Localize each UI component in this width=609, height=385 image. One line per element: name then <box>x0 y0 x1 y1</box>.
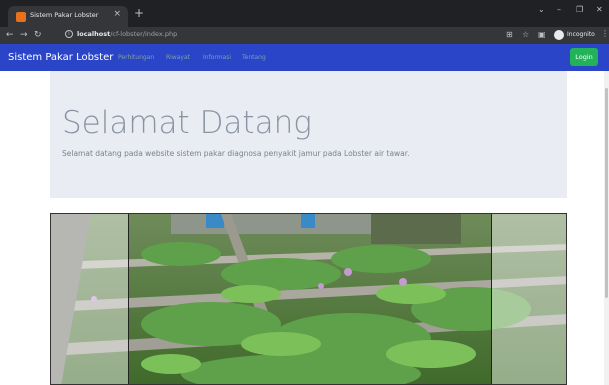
image-carousel[interactable] <box>50 213 567 385</box>
tab-title: Sistem Pakar Lobster <box>30 11 99 19</box>
scrollbar-thumb[interactable] <box>605 88 608 298</box>
info-icon[interactable]: i <box>65 30 73 38</box>
browser-tab-strip: Sistem Pakar Lobster × + ⌄ – ❐ ✕ <box>0 0 609 27</box>
jumbotron: Selamat Datang Selamat datang pada websi… <box>50 71 567 198</box>
site-navbar: Sistem Pakar Lobster Perhitungan Riwayat… <box>0 44 609 71</box>
browser-toolbar: ← → ↻ i localhost/cf-lobster/index.php ⊞… <box>0 27 609 44</box>
menu-icon[interactable]: ⋮ <box>601 29 609 38</box>
profile-label[interactable]: Incognito <box>567 31 595 38</box>
carousel-next-control[interactable] <box>491 214 566 384</box>
url-path: /cf-lobster/index.php <box>110 30 178 38</box>
nav-link-tentang[interactable]: Tentang <box>242 54 266 61</box>
forward-icon[interactable]: → <box>20 29 28 41</box>
nav-link-informasi[interactable]: Informasi <box>203 54 231 61</box>
star-icon[interactable]: ☆ <box>522 29 529 41</box>
page-title: Selamat Datang <box>62 105 312 141</box>
login-button[interactable]: Login <box>570 48 598 66</box>
incognito-icon[interactable] <box>554 30 564 40</box>
carousel-prev-control[interactable] <box>51 214 128 384</box>
slide-divider <box>491 214 492 384</box>
favicon-icon <box>16 12 26 22</box>
minimize-icon[interactable]: – <box>557 5 561 14</box>
sidepanel-icon[interactable]: ▣ <box>538 29 546 41</box>
restore-icon[interactable]: ❐ <box>576 5 583 14</box>
tab-search-icon[interactable]: ⌄ <box>538 5 545 14</box>
reload-icon[interactable]: ↻ <box>34 29 42 41</box>
new-tab-button[interactable]: + <box>134 6 144 20</box>
close-window-icon[interactable]: ✕ <box>596 5 603 14</box>
address-bar[interactable]: localhost/cf-lobster/index.php <box>77 30 177 38</box>
back-icon[interactable]: ← <box>6 29 14 41</box>
translate-icon[interactable]: ⊞ <box>506 29 513 41</box>
navbar-brand[interactable]: Sistem Pakar Lobster <box>8 52 113 63</box>
nav-link-perhitungan[interactable]: Perhitungan <box>118 54 154 61</box>
slide-divider <box>128 214 129 384</box>
url-host: localhost <box>77 30 111 38</box>
browser-tab[interactable]: Sistem Pakar Lobster × <box>8 6 128 27</box>
welcome-text: Selamat datang pada website sistem pakar… <box>62 149 410 158</box>
nav-link-riwayat[interactable]: Riwayat <box>166 54 190 61</box>
close-tab-icon[interactable]: × <box>113 9 121 19</box>
